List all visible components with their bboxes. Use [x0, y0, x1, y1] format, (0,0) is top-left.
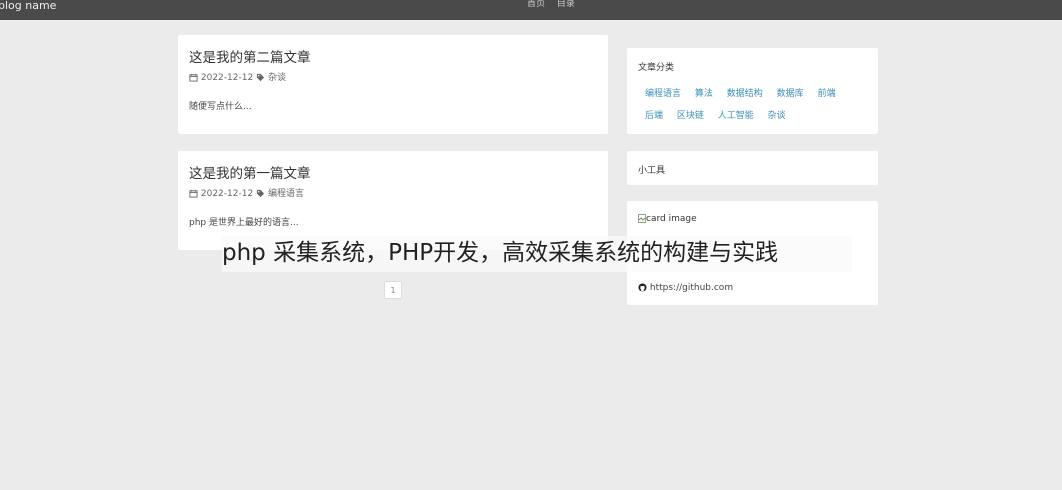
- image-alt-text: card image: [646, 214, 697, 224]
- post-excerpt: 随便写点什么...: [189, 102, 252, 112]
- category-link[interactable]: 后端: [645, 111, 663, 121]
- github-link[interactable]: https://github.com: [638, 283, 733, 293]
- nav-link-home[interactable]: 首页: [527, 0, 545, 9]
- category-link[interactable]: 算法: [695, 89, 713, 99]
- broken-image-icon: [638, 214, 646, 223]
- post-card: 这是我的第二篇文章 2022-12-12 杂谈 随便写点什么...: [178, 35, 608, 134]
- calendar-icon: [189, 189, 198, 198]
- nav-links: 首页 目录: [527, 0, 584, 20]
- pagination-page-1[interactable]: 1: [384, 281, 402, 299]
- category-link[interactable]: 数据库: [777, 89, 804, 99]
- overlay-caption: php 采集系统，PHP开发，高效采集系统的构建与实践: [222, 240, 779, 266]
- tools-card: 小工具: [627, 151, 878, 185]
- site-brand[interactable]: blog name: [0, 0, 56, 20]
- post-meta: 2022-12-12 杂谈: [189, 70, 286, 83]
- categories-title: 文章分类: [638, 63, 675, 73]
- category-list: 编程语言 算法 数据结构 数据库 前端: [645, 86, 847, 99]
- post-category[interactable]: 编程语言: [268, 189, 304, 199]
- post-meta: 2022-12-12 编程语言: [189, 186, 304, 199]
- tag-icon: [256, 189, 265, 198]
- broken-image: card image: [638, 214, 697, 224]
- category-link[interactable]: 数据结构: [727, 89, 763, 99]
- category-link[interactable]: 杂谈: [768, 111, 786, 121]
- category-link[interactable]: 前端: [818, 89, 836, 99]
- github-url[interactable]: https://github.com: [650, 283, 733, 293]
- tag-icon: [256, 73, 265, 82]
- post-date: 2022-12-12: [200, 73, 254, 83]
- post-date: 2022-12-12: [200, 189, 254, 199]
- nav-link-catalog[interactable]: 目录: [557, 0, 575, 9]
- category-link[interactable]: 编程语言: [645, 89, 681, 99]
- tools-title: 小工具: [638, 166, 666, 176]
- categories-card: 文章分类 编程语言 算法 数据结构 数据库 前端 后端 区块链 人工智能 杂谈: [627, 48, 878, 134]
- category-link[interactable]: 人工智能: [718, 111, 754, 121]
- calendar-icon: [189, 73, 198, 82]
- github-icon: [638, 283, 647, 292]
- post-category[interactable]: 杂谈: [268, 73, 286, 83]
- post-title[interactable]: 这是我的第一篇文章: [189, 162, 311, 182]
- category-list: 后端 区块链 人工智能 杂谈: [645, 108, 797, 121]
- top-navbar: blog name 首页 目录: [0, 0, 1062, 20]
- post-title[interactable]: 这是我的第二篇文章: [189, 46, 311, 66]
- category-link[interactable]: 区块链: [677, 111, 704, 121]
- post-excerpt: php 是世界上最好的语言...: [189, 218, 299, 228]
